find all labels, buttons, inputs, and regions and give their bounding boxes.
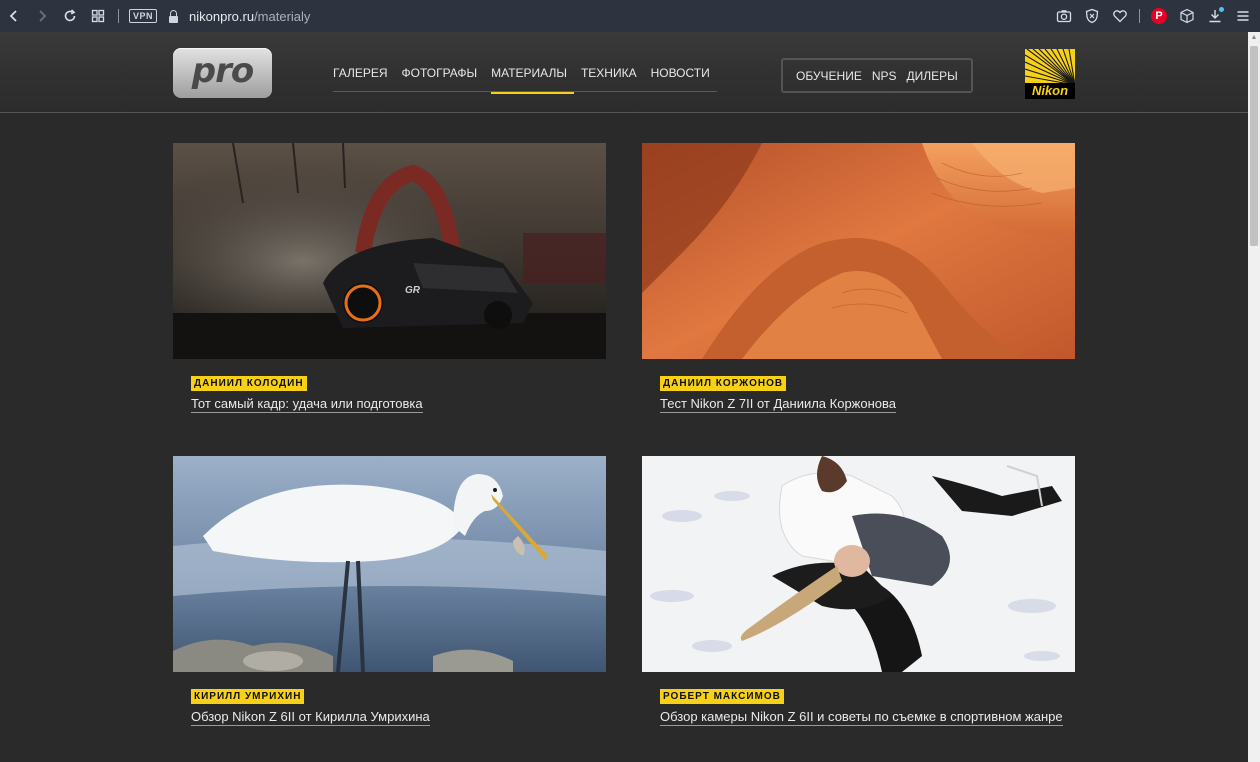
- forward-icon[interactable]: [28, 0, 56, 32]
- author-badge[interactable]: ДАНИИЛ КОЛОДИН: [191, 376, 307, 391]
- scroll-thumb[interactable]: [1250, 46, 1258, 246]
- toolbar-extensions: P: [1055, 0, 1252, 32]
- vpn-badge[interactable]: VPN: [129, 9, 158, 23]
- article-card[interactable]: КИРИЛЛ УМРИХИН Обзор Nikon Z 6II от Кири…: [173, 456, 606, 726]
- back-icon[interactable]: [0, 0, 28, 32]
- menu-icon[interactable]: [1234, 7, 1252, 25]
- article-card[interactable]: РОБЕРТ МАКСИМОВ Обзор камеры Nikon Z 6II…: [642, 456, 1075, 726]
- nikon-logo-word: Nikon: [1025, 83, 1075, 99]
- cube-icon[interactable]: [1178, 7, 1196, 25]
- main-nav: ГАЛЕРЕЯ ФОТОГРАФЫ МАТЕРИАЛЫ ТЕХНИКА НОВО…: [333, 62, 717, 94]
- article-title-link[interactable]: Тест Nikon Z 7II от Даниила Коржонова: [660, 396, 1075, 413]
- author-badge[interactable]: РОБЕРТ МАКСИМОВ: [660, 689, 784, 704]
- svg-text:GR: GR: [405, 285, 421, 296]
- camera-icon[interactable]: [1055, 7, 1073, 25]
- browser-toolbar: VPN nikonpro.ru/materialy P: [0, 0, 1260, 32]
- download-icon[interactable]: [1206, 7, 1224, 25]
- nav-item-gallery[interactable]: ГАЛЕРЕЯ: [333, 62, 395, 92]
- shield-icon[interactable]: [1083, 7, 1101, 25]
- figure-skaters-photo[interactable]: [642, 456, 1075, 672]
- pro-logo[interactable]: pro: [173, 48, 272, 98]
- pinterest-icon[interactable]: P: [1150, 7, 1168, 25]
- nav-item-news[interactable]: НОВОСТИ: [644, 62, 717, 92]
- heart-icon[interactable]: [1111, 7, 1129, 25]
- lock-icon[interactable]: [167, 9, 179, 23]
- address-bar[interactable]: nikonpro.ru/materialy: [189, 9, 310, 24]
- nav-item-equipment[interactable]: ТЕХНИКА: [574, 62, 644, 92]
- url-path: /materialy: [254, 8, 311, 24]
- site-header: pro ГАЛЕРЕЯ ФОТОГРАФЫ МАТЕРИАЛЫ ТЕХНИКА …: [0, 32, 1248, 113]
- url-host: nikonpro.ru: [189, 8, 255, 24]
- nikon-logo[interactable]: Nikon: [1025, 49, 1075, 99]
- author-badge[interactable]: ДАНИИЛ КОРЖОНОВ: [660, 376, 787, 391]
- tabs-grid-icon[interactable]: [84, 0, 112, 32]
- article-title-link[interactable]: Обзор Nikon Z 6II от Кирилла Умрихина: [191, 709, 606, 726]
- nav-item-dealers[interactable]: ДИЛЕРЫ: [902, 69, 963, 83]
- drift-car-photo[interactable]: GR: [173, 143, 606, 359]
- author-badge[interactable]: КИРИЛЛ УМРИХИН: [191, 689, 305, 704]
- article-card[interactable]: GR ДАНИИЛ КОЛОДИН Тот самый кадр: удача …: [173, 143, 606, 413]
- nav-item-education[interactable]: ОБУЧЕНИЕ: [791, 69, 867, 83]
- nav-item-nps[interactable]: NPS: [867, 69, 902, 83]
- page-scrollbar[interactable]: ▲: [1248, 32, 1260, 762]
- egret-photo[interactable]: [173, 456, 606, 672]
- article-title-link[interactable]: Обзор камеры Nikon Z 6II и советы по съе…: [660, 709, 1075, 726]
- toolbar-divider: [118, 9, 119, 23]
- scroll-up-arrow[interactable]: ▲: [1248, 32, 1260, 44]
- download-badge-dot: [1219, 7, 1224, 12]
- article-title-link[interactable]: Тот самый кадр: удача или подготовка: [191, 396, 606, 413]
- secondary-nav: ОБУЧЕНИЕ NPS ДИЛЕРЫ: [781, 58, 973, 93]
- nav-item-photographers[interactable]: ФОТОГРАФЫ: [395, 62, 485, 92]
- desert-dunes-photo[interactable]: [642, 143, 1075, 359]
- article-card[interactable]: ДАНИИЛ КОРЖОНОВ Тест Nikon Z 7II от Дани…: [642, 143, 1075, 413]
- reload-icon[interactable]: [56, 0, 84, 32]
- nav-item-materials[interactable]: МАТЕРИАЛЫ: [484, 62, 574, 94]
- extensions-divider: [1139, 9, 1140, 23]
